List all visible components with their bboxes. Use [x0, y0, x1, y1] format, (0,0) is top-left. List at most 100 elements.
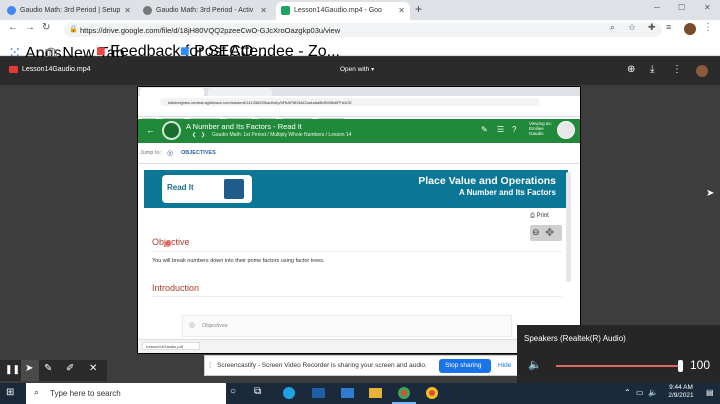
- volume-slider-thumb[interactable]: [678, 360, 683, 372]
- mail-icon[interactable]: [341, 388, 354, 398]
- file-name: Lesson14Gaudio.mp4: [22, 66, 91, 73]
- close-icon[interactable]: ✕: [124, 6, 131, 15]
- maximize-button[interactable]: ☐: [678, 3, 685, 12]
- star-icon[interactable]: ☆: [628, 22, 636, 33]
- tab-3[interactable]: Lesson14Gaudio.mp4 - Goo ✕: [276, 2, 410, 20]
- store-icon[interactable]: [312, 388, 325, 398]
- close-icon[interactable]: ✕: [89, 363, 97, 374]
- avatar[interactable]: [557, 121, 575, 139]
- extensions-icon[interactable]: ✚: [648, 22, 656, 33]
- mouse-cursor-icon: ➤: [706, 188, 715, 199]
- breadcrumb: Gaudio Math: 1st Period / Multiply Whole…: [212, 132, 352, 138]
- pause-icon[interactable]: ❚❚: [5, 364, 20, 375]
- chevron-down-icon: ▾: [371, 67, 375, 73]
- banner-subtitle: A Number and Its Factors: [458, 188, 556, 197]
- print-button[interactable]: ⎙ Print: [530, 213, 549, 220]
- note-icon[interactable]: ✎: [481, 125, 488, 134]
- speaker-icon[interactable]: 🔈: [648, 388, 658, 397]
- download-icon[interactable]: ⤓: [650, 64, 654, 75]
- screencastify-bar: ⁞ Screencastify - Screen Video Recorder …: [204, 355, 518, 376]
- lock-icon: 🔒: [69, 26, 78, 33]
- divider: [138, 163, 580, 164]
- clock-time: 9:44 AM: [669, 384, 693, 391]
- target-icon: ◎: [189, 322, 196, 329]
- close-icon[interactable]: ✕: [260, 6, 267, 15]
- file-explorer-icon[interactable]: [369, 388, 382, 398]
- network-icon[interactable]: ▭: [636, 388, 644, 397]
- avatar[interactable]: [696, 65, 708, 77]
- minimize-button[interactable]: ─: [654, 3, 660, 12]
- read-it-card: Read It: [162, 175, 252, 203]
- zoom-pan-control[interactable]: ⊖ ✥: [530, 225, 562, 241]
- tray-chevron-icon[interactable]: ⌃: [624, 388, 631, 397]
- inner-bookmark-row: [142, 109, 502, 122]
- objectives-panel: ◎ Objectives: [182, 315, 512, 337]
- windows-start-icon[interactable]: ⊞: [6, 387, 14, 398]
- close-icon[interactable]: ✕: [398, 6, 405, 15]
- inner-tab: [208, 88, 272, 96]
- drag-handle-icon[interactable]: ⁞: [209, 361, 211, 370]
- address-bar[interactable]: 🔒 https://drive.google.com/file/d/18jH80…: [64, 23, 662, 37]
- more-icon[interactable]: ⋮: [672, 64, 682, 75]
- tab-favicon-icon: [7, 6, 16, 15]
- read-it-label: Read It: [167, 183, 194, 192]
- divider: [152, 296, 562, 297]
- tab-2[interactable]: Gaudio Math: 3rd Period - Activ ✕: [138, 2, 272, 20]
- pen-icon[interactable]: ✎: [44, 363, 52, 374]
- more-icon[interactable]: ⋮: [703, 22, 713, 33]
- menu-list-icon[interactable]: ≡: [666, 22, 671, 32]
- chrome-icon[interactable]: [426, 387, 438, 399]
- open-with-button[interactable]: Open with ▾: [340, 66, 374, 73]
- stop-sharing-button[interactable]: Stop sharing: [439, 359, 491, 373]
- list-icon[interactable]: ☰: [497, 125, 504, 134]
- objectives-panel-label: Objectives: [202, 323, 228, 329]
- back-icon[interactable]: ←: [8, 22, 18, 33]
- jump-to-label: Jump to:: [140, 150, 162, 156]
- avatar[interactable]: [684, 23, 696, 35]
- volume-slider-track[interactable]: [556, 365, 682, 367]
- next-icon[interactable]: ❯: [201, 132, 205, 138]
- hide-button[interactable]: Hide: [498, 362, 511, 369]
- help-icon[interactable]: ?: [512, 125, 516, 134]
- cortana-icon[interactable]: ○: [230, 386, 236, 397]
- clock[interactable]: 9:44 AM 2/9/2021: [660, 384, 702, 400]
- viewing-as: Viewing as: Emiliee Gaudio: [529, 121, 552, 136]
- download-item[interactable]: Lesson14Gaudio.pdf: [142, 342, 200, 350]
- highlighter-icon[interactable]: ✐: [66, 363, 74, 374]
- search-icon[interactable]: ⌕: [610, 22, 615, 33]
- url-text: https://drive.google.com/file/d/18jH80VQ…: [80, 26, 341, 35]
- speaker-icon[interactable]: 🔈: [528, 358, 542, 371]
- edge-icon[interactable]: [283, 387, 295, 399]
- window-close-button[interactable]: ✕: [704, 3, 711, 12]
- back-icon[interactable]: ←: [146, 125, 155, 135]
- task-view-icon[interactable]: ⧉: [254, 386, 261, 397]
- notifications-icon[interactable]: ▤: [706, 388, 714, 397]
- content-scrollbar[interactable]: [566, 172, 571, 282]
- inner-url: kidsheightsc-central.agilixbuzz.com/stud…: [160, 98, 540, 106]
- forward-icon[interactable]: →: [25, 22, 35, 33]
- search-placeholder: Type here to search: [50, 389, 121, 398]
- speaker-device-name[interactable]: Speakers (Realtek(R) Audio): [524, 334, 626, 343]
- move-icon[interactable]: ✥: [545, 226, 554, 239]
- objectives-link[interactable]: OBJECTIVES: [181, 150, 216, 156]
- tab-1-label: Gaudio Math: 3rd Period | Setup: [20, 7, 121, 14]
- tab-1[interactable]: Gaudio Math: 3rd Period | Setup ✕: [2, 2, 136, 20]
- cursor-highlight: [165, 241, 171, 247]
- banner-title: Place Value and Operations: [418, 175, 556, 187]
- add-to-drive-icon[interactable]: ⊕: [627, 64, 635, 75]
- prev-icon[interactable]: ❮: [192, 132, 196, 138]
- inner-tab-strip: [138, 87, 580, 96]
- open-with-label: Open with: [340, 66, 370, 73]
- inner-download-bar: Lesson14Gaudio.pdf: [138, 339, 580, 353]
- cursor-icon[interactable]: ➤: [25, 363, 33, 374]
- print-label: Print: [536, 213, 549, 219]
- introduction-heading: Introduction: [152, 283, 200, 293]
- new-tab-button[interactable]: +: [415, 2, 422, 16]
- taskbar-search[interactable]: ⌕ Type here to search: [26, 383, 226, 404]
- chrome-icon[interactable]: [398, 387, 410, 399]
- inner-tab: [140, 88, 204, 96]
- target-icon: ◎: [167, 150, 174, 157]
- reload-icon[interactable]: ↻: [42, 22, 50, 33]
- divider: [152, 251, 562, 252]
- prev-icon[interactable]: ⊖: [532, 227, 540, 238]
